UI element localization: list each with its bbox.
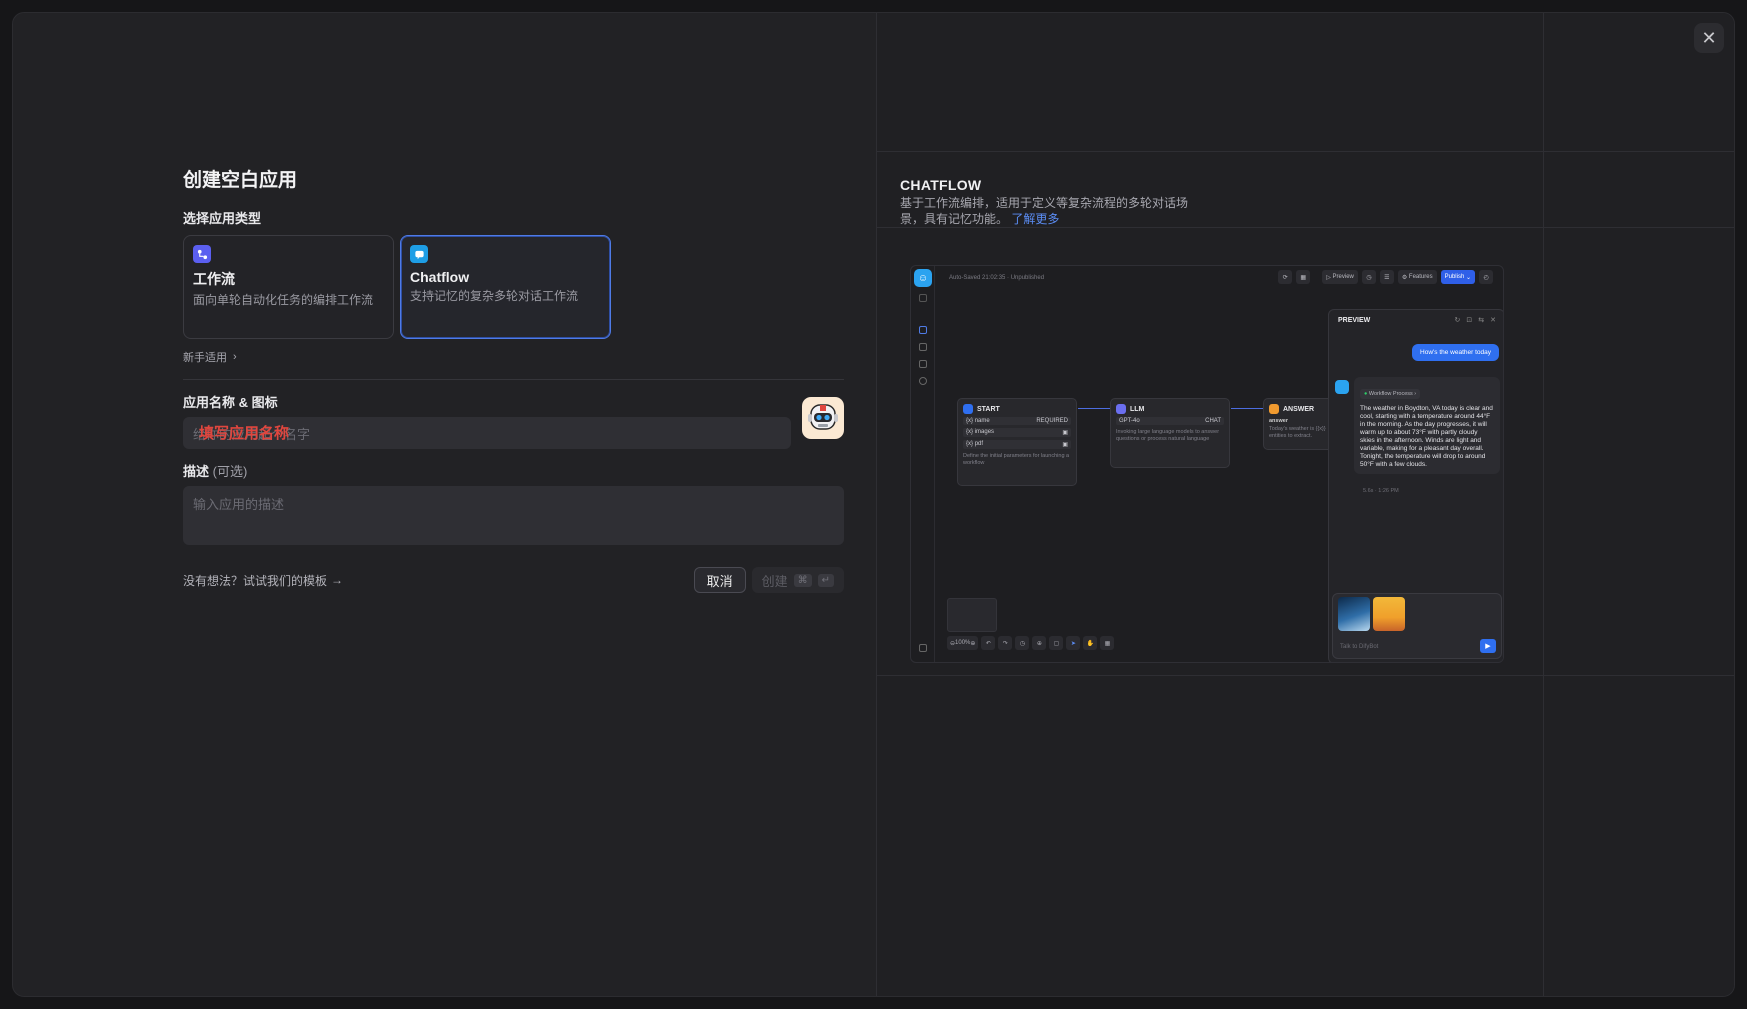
redo-icon: ↷	[998, 636, 1013, 650]
dialog-title: 创建空白应用	[183, 170, 298, 191]
enter-key-icon: ↵	[817, 573, 834, 587]
type-desc: 面向单轮自动化任务的编排工作流	[193, 293, 374, 307]
knowledge-icon	[919, 343, 927, 351]
template-link[interactable]: 没有想法？试试我们的模板 →	[183, 572, 343, 589]
app-name-label: 应用名称 & 图标	[183, 395, 278, 410]
app-name-input[interactable]: 给你的应用起个名字 填写应用名称	[183, 417, 791, 449]
layout-icon: ▦	[1100, 636, 1115, 650]
type-desc: 支持记忆的复杂多轮对话工作流	[410, 289, 579, 303]
screenshot-toolbar: ⟳ ▦ ▷ Preview ◷ ☰ ⚙ Features Publish ⌄ ◴	[1278, 270, 1493, 284]
chat-preview-panel: PREVIEW ↻ ⊡ ⇆ ✕ How's the weather today ● W…	[1328, 309, 1503, 662]
workflow-icon	[193, 245, 211, 263]
form-panel: 创建空白应用 选择应用类型 工作流 面向单轮自动化任务的编排工作流 Chatfl…	[13, 13, 876, 996]
name-field-group: 应用名称 & 图标 给你的应用起个名字 填写应用名称	[183, 392, 791, 449]
preview-type-title: CHATFLOW	[900, 177, 982, 193]
zoom-control: ⊖ 100% ⊕	[947, 636, 979, 650]
note-icon: ▢	[1049, 636, 1064, 650]
swap-icon	[919, 294, 927, 302]
bot-message: ● Workflow Process › The weather in Boyd…	[1354, 377, 1500, 474]
send-icon: ▶	[1480, 639, 1496, 653]
features-tool: ⚙ Features	[1397, 270, 1437, 284]
dialog-footer: 没有想法？试试我们的模板 → 取消 创建 ⌘ ↵	[183, 567, 844, 593]
preview-controls: ↻ ⊡ ⇆ ✕	[1454, 317, 1497, 324]
message-meta: 5.6s · 1:26 PM	[1363, 488, 1399, 494]
screenshot-sidebar: ☺	[911, 266, 935, 662]
action-buttons: 取消 创建 ⌘ ↵	[693, 567, 844, 593]
type-card-chatflow[interactable]: Chatflow 支持记忆的复杂多轮对话工作流	[400, 235, 611, 339]
description-label: 描述 (可选)	[183, 464, 248, 479]
preview-type-desc: 基于工作流编排，适用于定义等复杂流程的多轮对话场景，具有记忆功能。 了解更多	[900, 196, 1189, 226]
close-icon[interactable]: ✕	[1694, 23, 1724, 53]
canvas-controls: ⊖ 100% ⊕ ↶ ↷ ◷ ⊕ ▢ ➤ ✋ ▦	[947, 636, 1115, 650]
edge	[1231, 408, 1263, 409]
grid-line	[1543, 13, 1544, 996]
beginner-label: 新手适用	[183, 352, 227, 364]
type-name: Chatflow	[410, 269, 470, 285]
panel-toggle-icon	[919, 644, 927, 652]
create-app-dialog: 创建空白应用 选择应用类型 工作流 面向单轮自动化任务的编排工作流 Chatfl…	[12, 12, 1735, 997]
app-type-options: 工作流 面向单轮自动化任务的编排工作流 Chatflow 支持记忆的复杂多轮对话…	[183, 235, 844, 339]
chat-input: Talk to DifyBot ▶	[1332, 593, 1502, 659]
robot-avatar-icon	[808, 404, 838, 430]
image-thumbnail	[1338, 597, 1370, 631]
preview-panel: CHATFLOW 基于工作流编排，适用于定义等复杂流程的多轮对话场景，具有记忆功…	[876, 13, 1734, 996]
grid-line	[877, 675, 1734, 676]
chevron-right-icon: ›	[233, 351, 237, 363]
grid-line	[877, 227, 1734, 228]
grid-line	[877, 151, 1734, 152]
learn-more-link[interactable]: 了解更多	[1011, 212, 1059, 226]
undo-icon: ↶	[981, 636, 996, 650]
description-textarea[interactable]: 输入应用的描述	[183, 486, 844, 545]
edge	[1078, 408, 1110, 409]
create-button[interactable]: 创建 ⌘ ↵	[751, 567, 844, 593]
cancel-button[interactable]: 取消	[693, 567, 746, 593]
preview-tool: ▷ Preview	[1322, 270, 1358, 284]
refresh-icon: ⟳	[1278, 270, 1293, 284]
chatflow-screenshot: ☺ Auto-Saved 21:02:35 · Unpublished ⟳ ▦ …	[910, 265, 1504, 663]
description-placeholder: 输入应用的描述	[193, 497, 285, 512]
divider	[183, 379, 844, 380]
var-row: {x} name REQUIRED	[963, 417, 1071, 425]
hand-icon: ✋	[1083, 636, 1098, 650]
dify-logo-icon: ☺	[914, 269, 932, 287]
llm-node: LLM GPT-4o CHAT Invoking large language m…	[1110, 398, 1230, 468]
history-icon: ◷	[1361, 270, 1376, 284]
pointer-icon: ➤	[1066, 636, 1081, 650]
add-node-icon: ⊕	[1032, 636, 1047, 650]
type-card-workflow[interactable]: 工作流 面向单轮自动化任务的编排工作流	[183, 235, 394, 339]
var-row: {x} images ▣	[963, 428, 1071, 437]
type-name: 工作流	[193, 271, 235, 287]
arrow-right-icon: →	[331, 573, 344, 587]
beginner-filter[interactable]: 新手适用 ›	[183, 349, 844, 365]
history-icon: ◷	[1015, 636, 1030, 650]
studio-icon	[919, 326, 927, 334]
tools-icon	[919, 360, 927, 368]
app-icon-picker[interactable]	[802, 397, 844, 439]
model-row: GPT-4o CHAT	[1116, 417, 1224, 425]
publish-tool: Publish ⌄	[1440, 270, 1475, 284]
checklist-icon: ☰	[1379, 270, 1394, 284]
explore-icon	[919, 377, 927, 385]
form-content: 创建空白应用 选择应用类型 工作流 面向单轮自动化任务的编排工作流 Chatfl…	[183, 165, 844, 593]
minimap	[947, 598, 997, 632]
bot-avatar-icon	[1335, 380, 1349, 394]
autosave-status: Auto-Saved 21:02:35 · Unpublished	[949, 275, 1045, 281]
app-type-label: 选择应用类型	[183, 211, 262, 226]
image-thumbnail	[1373, 597, 1405, 631]
user-message: How's the weather today	[1412, 344, 1499, 361]
app-name-hint-overlay: 填写应用名称	[199, 425, 290, 442]
optional-tag: (可选)	[212, 464, 248, 479]
clock-icon: ◴	[1479, 270, 1493, 284]
var-row: {x} pdf ▣	[963, 440, 1071, 449]
grid-icon: ▦	[1296, 270, 1311, 284]
cmd-key-icon: ⌘	[793, 573, 812, 587]
chatflow-icon	[410, 245, 428, 263]
start-node: START {x} name REQUIRED {x} images ▣ {x} p…	[957, 398, 1077, 486]
name-icon-row: 应用名称 & 图标 给你的应用起个名字 填写应用名称	[183, 392, 844, 449]
